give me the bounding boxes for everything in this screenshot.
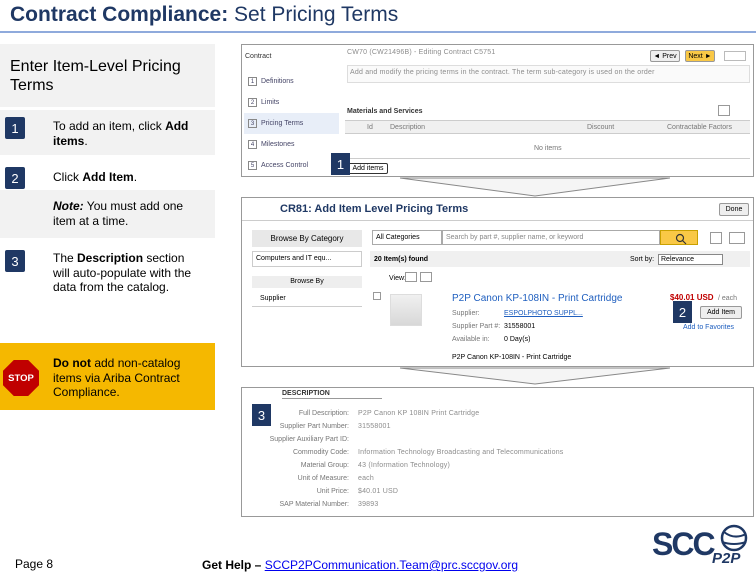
- supplier-part-label: Supplier Part #:: [452, 323, 501, 330]
- page-title: Contract Compliance: Set Pricing Terms: [10, 3, 399, 26]
- product-title-link[interactable]: P2P Canon KP-108IN - Print Cartridge: [452, 293, 622, 304]
- product-image: [390, 294, 422, 326]
- panel-heading: Enter Item-Level Pricing Terms: [0, 44, 215, 107]
- sort-by-label: Sort by:: [630, 256, 655, 263]
- desc-label-uom: Unit of Measure:: [297, 475, 349, 482]
- desc-value-uom: each: [358, 475, 374, 482]
- contract-screenshot: Contract CW70 (CW21496B) - Editing Contr…: [241, 44, 754, 177]
- desc-value-part: 31558001: [358, 423, 391, 430]
- view-grid-icon[interactable]: [420, 272, 432, 282]
- item-checkbox[interactable]: [373, 292, 381, 300]
- section-menu-icon[interactable]: [718, 105, 730, 116]
- arrow-down-1: [400, 177, 670, 197]
- next-button[interactable]: Next ►: [685, 50, 715, 62]
- desc-label-full: Full Description:: [298, 410, 349, 417]
- no-items-text: No items: [534, 145, 562, 152]
- step-3-number: 3: [5, 250, 25, 272]
- sub-header: Add and modify the pricing terms in the …: [347, 65, 750, 83]
- desc-label-price: Unit Price:: [316, 488, 349, 495]
- step-1-text: To add an item, click Add items.: [53, 119, 189, 148]
- available-value: 0 Day(s): [504, 336, 531, 343]
- window-controls: [724, 51, 746, 61]
- product-desc-line: P2P Canon KP-108IN - Print Cartridge: [452, 354, 572, 361]
- title-rule: [0, 31, 756, 33]
- browse-by-header: Browse By: [252, 276, 362, 288]
- marker-1: 1: [331, 153, 350, 175]
- prev-button[interactable]: ◄ Prev: [650, 50, 680, 62]
- supplier-link[interactable]: ESPOLPHOTO SUPPL...: [504, 310, 583, 317]
- add-to-favorites-link[interactable]: Add to Favorites: [683, 324, 734, 331]
- col-description: Description: [390, 124, 426, 131]
- step-note: Note: You must add one item at a time.: [53, 199, 184, 228]
- done-button[interactable]: Done: [719, 203, 749, 216]
- col-id: Id: [367, 124, 373, 131]
- description-rule: [282, 398, 382, 399]
- description-screenshot: DESCRIPTION Full Description: P2P Canon …: [241, 387, 754, 517]
- nav-pricing-terms[interactable]: 3 Pricing Terms: [244, 113, 339, 134]
- globe-icon: [720, 524, 748, 552]
- catalog-screenshot: CR81: Add Item Level Pricing Terms Done …: [241, 197, 754, 367]
- col-factors: Contractable Factors: [667, 124, 732, 131]
- category-select[interactable]: All Categories: [372, 230, 442, 245]
- desc-label-part: Supplier Part Number:: [279, 423, 349, 430]
- desc-value-sap: 39893: [358, 501, 379, 508]
- col-discount: Discount: [587, 124, 615, 131]
- desc-label-aux: Supplier Auxiliary Part ID:: [269, 436, 349, 443]
- supplier-part-value: 31558001: [504, 323, 536, 330]
- scc-p2p-logo: SCC P2P: [652, 524, 752, 574]
- step-3-text: The Description section will auto-popula…: [53, 251, 192, 294]
- desc-label-commodity: Commodity Code:: [292, 449, 349, 456]
- nav-definitions[interactable]: 1 Definitions: [244, 71, 339, 92]
- step-2-number: 2: [5, 167, 25, 189]
- description-heading: DESCRIPTION: [282, 390, 330, 397]
- nav-limits[interactable]: 2 Limits: [244, 92, 339, 113]
- folder-icon[interactable]: [729, 232, 745, 244]
- view-label: View:: [389, 275, 406, 282]
- contract-label: Contract: [245, 53, 272, 60]
- browse-by-category-tab[interactable]: Browse By Category: [252, 230, 362, 247]
- category-computers[interactable]: Computers and IT equ...: [252, 251, 362, 267]
- contract-header: CW70 (CW21496B) - Editing Contract C5751: [347, 49, 496, 56]
- sort-select[interactable]: Relevance: [658, 254, 723, 265]
- desc-label-material: Material Group:: [300, 462, 349, 469]
- desc-value-full: P2P Canon KP 108IN Print Cartridge: [358, 410, 480, 417]
- items-found: 20 Item(s) found: [374, 256, 429, 263]
- table-divider: [345, 158, 750, 159]
- search-button[interactable]: [660, 230, 698, 245]
- arrow-down-2: [400, 367, 670, 385]
- search-icon: [675, 233, 687, 245]
- page-number: Page 8: [15, 557, 54, 571]
- nav-milestones[interactable]: 4 Milestones: [244, 134, 339, 155]
- price-unit: / each: [718, 295, 738, 302]
- desc-value-material: 43 (Information Technology): [358, 462, 451, 469]
- desc-value-price: $40.01 USD: [358, 488, 399, 495]
- nav-access-control[interactable]: 5 Access Control: [244, 155, 339, 176]
- catalog-title: CR81: Add Item Level Pricing Terms: [280, 203, 469, 215]
- marker-3: 3: [252, 404, 271, 426]
- add-items-button[interactable]: Add items: [348, 163, 388, 174]
- step-2-text: Click Add Item.: [53, 170, 138, 184]
- materials-section: Materials and Services: [347, 108, 423, 115]
- desc-label-sap: SAP Material Number:: [279, 501, 349, 508]
- stop-text: Do not add non-catalog items via Ariba C…: [53, 356, 181, 399]
- cart-icon[interactable]: [710, 232, 722, 244]
- view-list-icon[interactable]: [405, 272, 417, 282]
- marker-2: 2: [673, 301, 692, 323]
- supplier-label: Supplier:: [452, 310, 480, 317]
- catalog-search-input[interactable]: Search by part #, supplier name, or keyw…: [442, 230, 660, 245]
- available-label: Available in:: [452, 336, 490, 343]
- step-1-number: 1: [5, 117, 25, 139]
- help-email-link[interactable]: SCCP2PCommunication.Team@prc.sccgov.org: [265, 558, 518, 572]
- add-item-button[interactable]: Add Item: [700, 306, 742, 319]
- browse-supplier[interactable]: Supplier: [252, 293, 362, 307]
- desc-value-commodity: Information Technology Broadcasting and …: [358, 449, 564, 456]
- help-footer: Get Help – SCCP2PCommunication.Team@prc.…: [202, 558, 519, 572]
- title-divider: [242, 220, 753, 221]
